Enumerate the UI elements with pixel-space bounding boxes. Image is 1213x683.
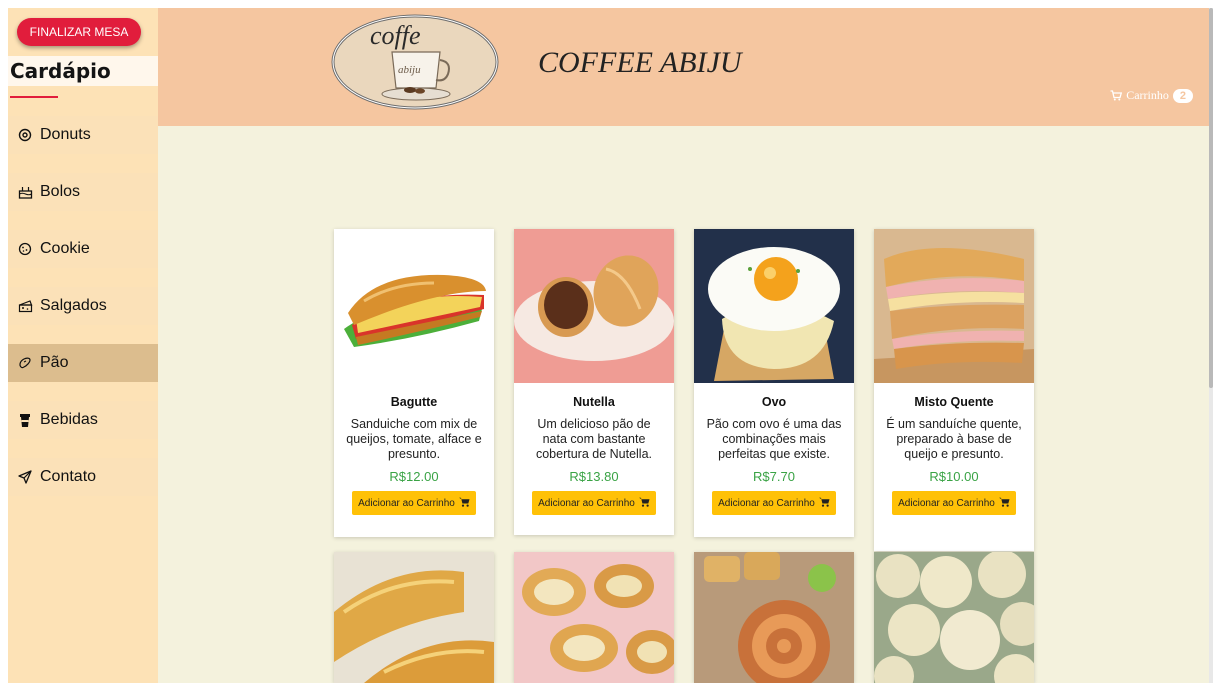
product-image-ovo bbox=[694, 229, 854, 383]
nav-item-label: Pão bbox=[40, 354, 69, 371]
product-description: É um sanduíche quente, preparado à base … bbox=[886, 417, 1022, 461]
nav-item-bebidas[interactable]: Bebidas bbox=[8, 401, 158, 439]
add-to-cart-button[interactable]: Adicionar ao Carrinho bbox=[712, 491, 836, 515]
product-card-nutella: Nutella Um delicioso pão de nata com bas… bbox=[514, 229, 674, 535]
product-description: Sanduiche com mix de queijos, tomate, al… bbox=[346, 417, 482, 461]
add-to-cart-label: Adicionar ao Carrinho bbox=[358, 497, 455, 509]
shopping-cart-icon bbox=[818, 497, 830, 510]
finalize-table-button[interactable]: FINALIZAR MESA bbox=[17, 18, 141, 46]
donut-icon bbox=[16, 126, 34, 144]
product-name: Misto Quente bbox=[914, 395, 994, 409]
product-grid-area: Bagutte Sanduiche com mix de queijos, to… bbox=[158, 126, 1209, 683]
add-to-cart-button[interactable]: Adicionar ao Carrinho bbox=[532, 491, 656, 515]
menu-title: Cardápio bbox=[10, 59, 111, 83]
cheese-icon bbox=[16, 297, 34, 315]
product-card-cheese-bread bbox=[874, 552, 1034, 683]
send-icon bbox=[16, 468, 34, 486]
nav-item-label: Cookie bbox=[40, 240, 90, 257]
product-card-bread-bites bbox=[514, 552, 674, 683]
product-price: R$7.70 bbox=[753, 469, 795, 484]
product-name: Nutella bbox=[573, 395, 615, 409]
scrollbar-thumb[interactable] bbox=[1209, 8, 1213, 388]
add-to-cart-label: Adicionar ao Carrinho bbox=[898, 497, 995, 509]
nav-item-label: Contato bbox=[40, 468, 97, 485]
product-card-bagutte: Bagutte Sanduiche com mix de queijos, to… bbox=[334, 229, 494, 537]
nav-item-label: Bolos bbox=[40, 183, 81, 200]
product-description: Pão com ovo é uma das combinações mais p… bbox=[706, 417, 842, 461]
brand-logo: coffe abiju bbox=[330, 10, 500, 110]
add-to-cart-button[interactable]: Adicionar ao Carrinho bbox=[892, 491, 1016, 515]
nav-item-bolos[interactable]: Bolos bbox=[8, 173, 158, 211]
brand-name: COFFEE ABIJU bbox=[538, 46, 742, 79]
nav-item-cookie[interactable]: Cookie bbox=[8, 230, 158, 268]
nav-item-label: Donuts bbox=[40, 126, 91, 143]
add-to-cart-button[interactable]: Adicionar ao Carrinho bbox=[352, 491, 476, 515]
product-card-pastry bbox=[694, 552, 854, 683]
product-image-cheese-bread bbox=[874, 552, 1034, 683]
product-image-bread-bites bbox=[514, 552, 674, 683]
product-card-ovo: Ovo Pão com ovo é uma das combinações ma… bbox=[694, 229, 854, 537]
nav-item-pao[interactable]: Pão bbox=[8, 344, 158, 382]
add-to-cart-label: Adicionar ao Carrinho bbox=[718, 497, 815, 509]
product-name: Ovo bbox=[761, 395, 787, 409]
nav-item-label: Salgados bbox=[40, 297, 107, 314]
svg-text:abiju: abiju bbox=[398, 64, 421, 76]
menu-title-bar: Cardápio bbox=[8, 56, 158, 86]
cake-icon bbox=[16, 183, 34, 201]
shopping-cart-icon bbox=[458, 497, 470, 510]
product-image-bagutte bbox=[334, 229, 494, 383]
cart-link[interactable]: Carrinho 2 bbox=[1110, 88, 1193, 103]
nav-item-salgados[interactable]: Salgados bbox=[8, 287, 158, 325]
product-image-pastry bbox=[694, 552, 854, 683]
bread-icon bbox=[16, 354, 34, 372]
product-name: Bagutte bbox=[390, 395, 438, 409]
add-to-cart-label: Adicionar ao Carrinho bbox=[538, 497, 635, 509]
product-card-garlic-bread bbox=[334, 552, 494, 683]
product-description: Um delicioso pão de nata com bastante co… bbox=[535, 417, 653, 461]
product-price: R$12.00 bbox=[389, 469, 439, 484]
cup-icon bbox=[16, 411, 34, 429]
product-price: R$13.80 bbox=[569, 469, 619, 484]
svg-text:coffe: coffe bbox=[370, 21, 421, 50]
product-image-nutella bbox=[514, 229, 674, 383]
cart-count-badge: 2 bbox=[1172, 88, 1193, 103]
nav-item-contato[interactable]: Contato bbox=[8, 458, 158, 496]
page-scrollbar[interactable] bbox=[1209, 8, 1213, 683]
nav-item-donuts[interactable]: Donuts bbox=[8, 116, 158, 154]
title-underline bbox=[10, 96, 58, 98]
shopping-cart-icon bbox=[638, 497, 650, 510]
nav-item-label: Bebidas bbox=[40, 411, 98, 428]
header: coffe abiju COFFEE ABIJU Carrinho 2 bbox=[158, 8, 1209, 126]
product-price: R$10.00 bbox=[929, 469, 979, 484]
product-card-misto-quente: Misto Quente É um sanduíche quente, prep… bbox=[874, 229, 1034, 551]
cart-label: Carrinho bbox=[1126, 88, 1169, 102]
cart-icon bbox=[1110, 90, 1123, 101]
sidebar: FINALIZAR MESA Cardápio Donuts Bolos Coo… bbox=[8, 8, 158, 683]
shopping-cart-icon bbox=[998, 497, 1010, 510]
product-image-garlic-bread bbox=[334, 552, 494, 683]
product-image-misto-quente bbox=[874, 229, 1034, 383]
cookie-icon bbox=[16, 240, 34, 258]
